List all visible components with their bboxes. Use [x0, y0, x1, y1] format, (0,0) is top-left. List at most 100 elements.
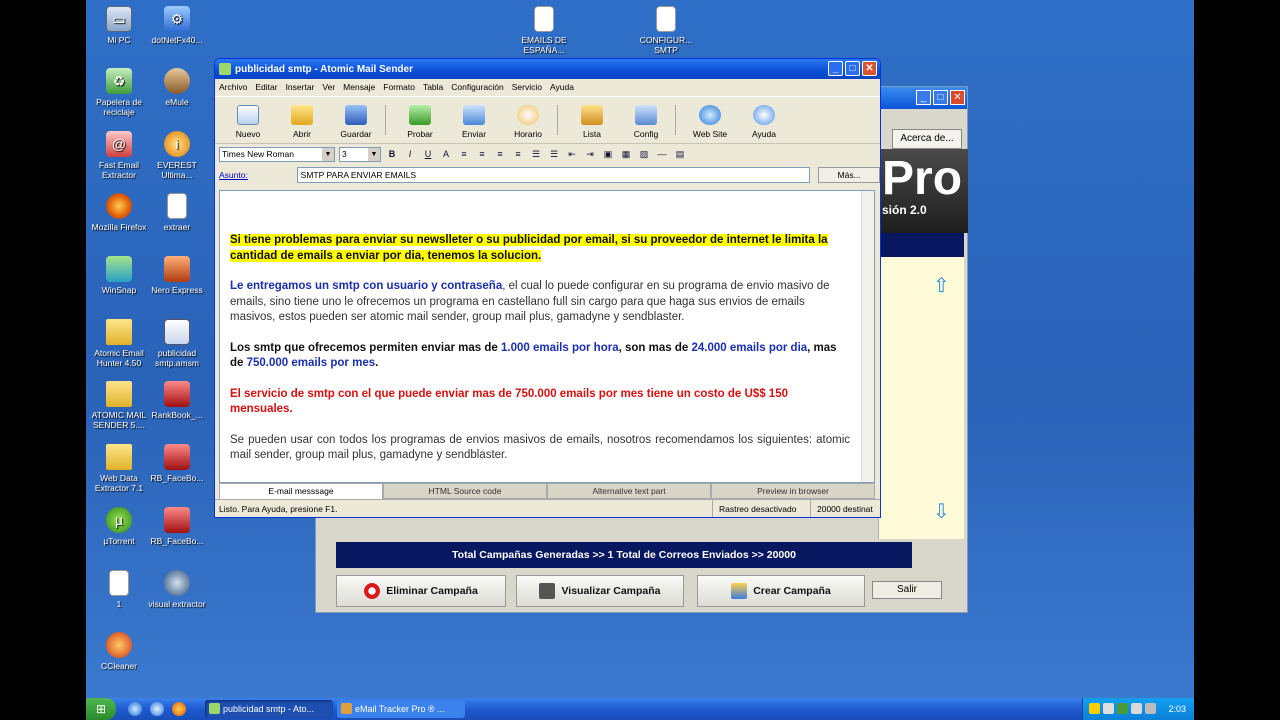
maximize-icon[interactable]: □	[845, 61, 860, 76]
message-editor[interactable]: Si tiene problemas para enviar su newsll…	[219, 190, 875, 483]
website-button[interactable]: Web Site	[683, 97, 737, 143]
shield-icon[interactable]	[1089, 703, 1100, 714]
desktop-icon-1[interactable]: 1	[86, 570, 152, 609]
align-right-icon[interactable]: ≡	[493, 147, 507, 161]
save-button[interactable]: Guardar	[329, 97, 383, 143]
desktop-icon-nero[interactable]: Nero Express	[144, 256, 210, 295]
delete-campaign-button[interactable]: Eliminar Campaña	[336, 575, 506, 607]
menu-configuracion[interactable]: Configuración	[451, 79, 503, 96]
new-button[interactable]: Nuevo	[221, 97, 275, 143]
align-center-icon[interactable]: ≡	[475, 147, 489, 161]
desktop-icon-configur-smtp[interactable]: CONFIGUR... SMTP	[633, 6, 699, 55]
open-button[interactable]: Abrir	[275, 97, 329, 143]
window-titlebar[interactable]: publicidad smtp - Atomic Mail Sender _ □…	[215, 59, 880, 79]
font-size-select[interactable]: 3 ▼	[339, 146, 381, 162]
desktop-icon-visual-extractor[interactable]: visual extractor	[144, 570, 210, 609]
create-campaign-button[interactable]: Crear Campaña	[697, 575, 865, 607]
desktop-icon-atomic-mail-sender[interactable]: ATOMIC MAIL SENDER 5....	[86, 381, 152, 430]
help-button[interactable]: Ayuda	[737, 97, 791, 143]
desktop-icon-rankbook[interactable]: RankBook_...	[144, 381, 210, 420]
attach-icon[interactable]: ▣	[601, 147, 615, 161]
test-button[interactable]: Probar	[393, 97, 447, 143]
italic-icon[interactable]: I	[403, 147, 417, 161]
ie-icon[interactable]	[128, 702, 142, 716]
desktop-icon-atomic-email-hunter[interactable]: Atomic Email Hunter 4.50	[86, 319, 152, 368]
underline-icon[interactable]: U	[421, 147, 435, 161]
start-button[interactable]: ⊞	[86, 698, 116, 720]
menu-mensaje[interactable]: Mensaje	[343, 79, 375, 96]
tab-html-source[interactable]: HTML Source code	[383, 483, 547, 499]
bullet-list-icon[interactable]: ☰	[547, 147, 561, 161]
desktop-icon-publicidad-smtp[interactable]: publicidad smtp.amsm	[144, 319, 210, 368]
indent-icon[interactable]: ⇥	[583, 147, 597, 161]
editor-scrollbar[interactable]	[861, 191, 874, 482]
table-icon[interactable]: ▦	[619, 147, 633, 161]
menu-formato[interactable]: Formato	[383, 79, 415, 96]
tab-email-message[interactable]: E-mail messsage	[219, 483, 383, 499]
more-button[interactable]: Más...	[818, 167, 880, 183]
arrow-down-icon[interactable]: ⇩	[933, 499, 950, 524]
minimize-icon[interactable]: _	[828, 61, 843, 76]
letterbox-left	[0, 0, 86, 720]
menu-tabla[interactable]: Tabla	[423, 79, 443, 96]
justify-icon[interactable]: ≡	[511, 147, 525, 161]
horizontal-rule-icon[interactable]: —	[655, 147, 669, 161]
about-button[interactable]: Acerca de...	[892, 129, 962, 149]
image-icon[interactable]: ▨	[637, 147, 651, 161]
desktop-icon-mi-pc[interactable]: ▭ Mi PC	[86, 6, 152, 45]
tab-preview-browser[interactable]: Preview in browser	[711, 483, 875, 499]
desktop-icon-winsnap[interactable]: WinSnap	[86, 256, 152, 295]
desktop-icon-everest[interactable]: i EVEREST Ultima...	[144, 131, 210, 180]
desktop-icon-dotnet[interactable]: ⚙ dotNetFx40...	[144, 6, 210, 45]
subject-input[interactable]: SMTP PARA ENVIAR EMAILS	[296, 167, 811, 183]
desktop-icon-rb-facebook-1[interactable]: RB_FaceBo...	[144, 444, 210, 483]
desktop-icon-utorrent[interactable]: µ µTorrent	[86, 507, 152, 546]
desktop-icon-firefox[interactable]: Mozilla Firefox	[86, 193, 152, 232]
menu-ver[interactable]: Ver	[322, 79, 335, 96]
menu-archivo[interactable]: Archivo	[219, 79, 247, 96]
close-icon[interactable]: ✕	[862, 61, 877, 76]
schedule-button[interactable]: Horario	[501, 97, 555, 143]
desktop-icon-extraer[interactable]: extraer	[144, 193, 210, 232]
arrow-up-icon[interactable]: ⇧	[933, 273, 950, 298]
numbered-list-icon[interactable]: ☰	[529, 147, 543, 161]
font-family-select[interactable]: Times New Roman ▼	[219, 146, 335, 162]
desktop-icon-emails-espana[interactable]: EMAILS DE ESPAÑA...	[511, 6, 577, 55]
config-button[interactable]: Config	[619, 97, 673, 143]
maximize-icon[interactable]: □	[933, 90, 948, 105]
minimize-icon[interactable]: _	[916, 90, 931, 105]
desktop-icon-fast-email-extractor[interactable]: @ Fast Email Extractor	[86, 131, 152, 180]
desktop-icon-web-data-extractor[interactable]: Web Data Extractor 7.1	[86, 444, 152, 493]
menu-insertar[interactable]: Insertar	[286, 79, 315, 96]
volume-icon[interactable]	[1131, 703, 1142, 714]
taskbar-item-email-tracker[interactable]: eMail Tracker Pro ® ...	[337, 700, 465, 718]
clock[interactable]: 2:03	[1168, 704, 1186, 714]
menu-servicio[interactable]: Servicio	[512, 79, 542, 96]
bold-icon[interactable]: B	[385, 147, 399, 161]
exit-button[interactable]: Salir	[872, 581, 942, 599]
subject-label[interactable]: Asunto:	[219, 170, 289, 180]
desktop-icon-recycle-bin[interactable]: ♻ Papelera de reciclaje	[86, 68, 152, 117]
outdent-icon[interactable]: ⇤	[565, 147, 579, 161]
browser-icon[interactable]	[150, 702, 164, 716]
desktop-icon-ccleaner[interactable]: CCleaner	[86, 632, 152, 671]
chevron-down-icon: ▼	[322, 147, 334, 161]
close-icon[interactable]: ✕	[950, 90, 965, 105]
menu-editar[interactable]: Editar	[255, 79, 277, 96]
tab-alternative-text[interactable]: Alternative text part	[547, 483, 711, 499]
taskbar-item-atomic-mail-sender[interactable]: publicidad smtp - Ato...	[205, 700, 333, 718]
menu-ayuda[interactable]: Ayuda	[550, 79, 574, 96]
desktop-icon-emule[interactable]: eMule	[144, 68, 210, 107]
desktop-icon-rb-facebook-2[interactable]: RB_FaceBo...	[144, 507, 210, 546]
insert-object-icon[interactable]: ▤	[673, 147, 687, 161]
send-button[interactable]: Enviar	[447, 97, 501, 143]
display-icon[interactable]	[1145, 703, 1156, 714]
font-color-icon[interactable]: A	[439, 147, 453, 161]
antivirus-icon[interactable]	[1117, 703, 1128, 714]
rankbook-icon	[164, 381, 190, 407]
view-campaign-button[interactable]: Visualizar Campaña	[516, 575, 684, 607]
firefox-icon[interactable]	[172, 702, 186, 716]
list-button[interactable]: Lista	[565, 97, 619, 143]
network-icon[interactable]	[1103, 703, 1114, 714]
align-left-icon[interactable]: ≡	[457, 147, 471, 161]
